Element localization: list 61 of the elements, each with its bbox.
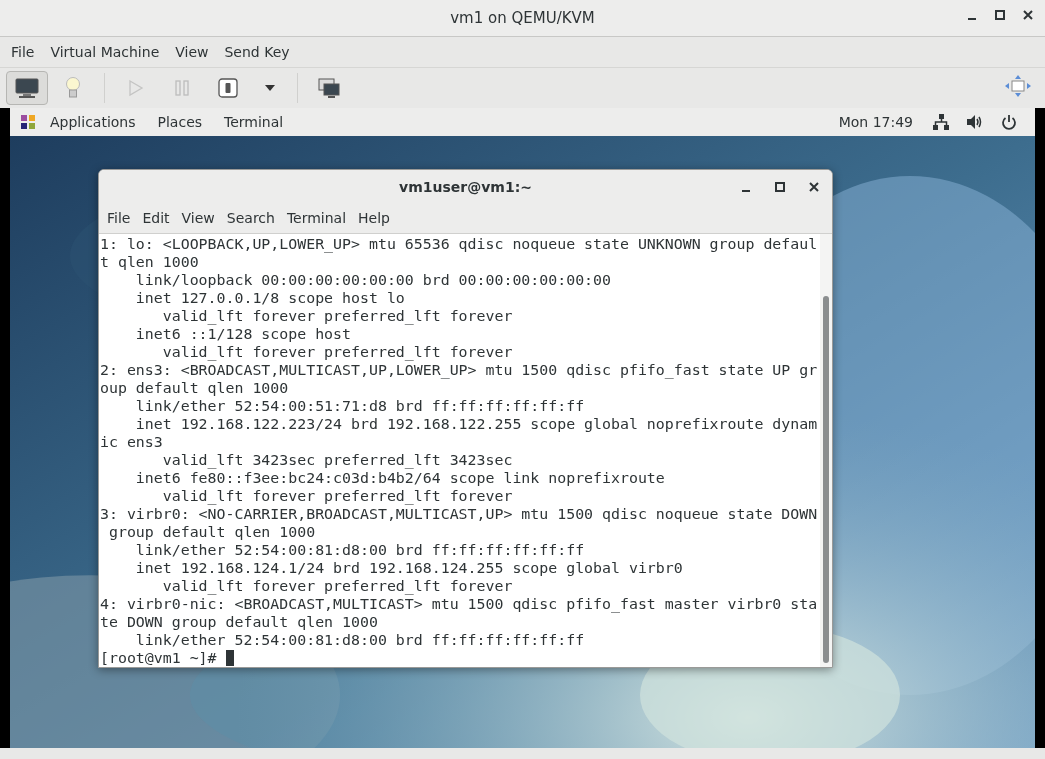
minimize-icon [742, 190, 750, 192]
speaker-icon [967, 114, 983, 130]
terminal-line: inet 192.168.124.1/24 brd 192.168.124.255 scope global virbr0 [134, 559, 684, 577]
caret-icon [264, 84, 276, 92]
menu-item[interactable]: View [168, 40, 216, 64]
close-icon [808, 181, 820, 193]
terminal-line: 2: ens3: <BROADCAST,MULTICAST,UP,LOWER_UP> mtu 1500 qdisc pfifo_fast state UP gr [100, 361, 819, 379]
menu-item[interactable]: Help [352, 210, 396, 227]
menu-item[interactable]: File [4, 40, 42, 64]
terminal-line: valid_lft 3423sec preferred_lft 3423sec [161, 451, 514, 469]
terminal-line: valid_lft forever preferred_lft forever [161, 343, 514, 361]
menu-item[interactable]: View [175, 210, 221, 227]
terminal-line: 3: virbr0: <NO-CARRIER,BROADCAST,MULTICAST,UP> mtu 1500 qdisc noqueue state DOWN [100, 505, 819, 523]
lightbulb-icon [65, 77, 81, 99]
menu-item[interactable]: Edit [136, 210, 176, 227]
power-icon [1001, 114, 1017, 130]
power-switch-icon [218, 78, 238, 98]
toolbar-button[interactable] [6, 71, 48, 105]
top-bar-menu[interactable]: Places [149, 114, 211, 130]
terminal-line: inet 127.0.0.1/8 scope host lo [134, 289, 406, 307]
terminal-line: te DOWN group default qlen 1000 [100, 613, 379, 631]
maximize-icon [774, 181, 786, 193]
terminal-line: link/ether 52:54:00:81:d8:00 brd ff:ff:ff:ff:ff:ff [134, 631, 586, 649]
network-icon [933, 114, 949, 130]
maximize-icon [993, 8, 1007, 22]
terminal-line: ic ens3 [100, 433, 164, 451]
apps-logo-icon [20, 114, 36, 130]
terminal-line: valid_lft forever preferred_lft forever [161, 487, 514, 505]
menu-item[interactable]: File [101, 210, 137, 227]
close-icon [1021, 8, 1035, 22]
menu-item[interactable]: Search [220, 210, 281, 227]
terminal-line: valid_lft forever preferred_lft forever [161, 577, 514, 595]
window-title: vm1 on QEMU/KVM [450, 9, 595, 27]
terminal-line: link/ether 52:54:00:51:71:d8 brd ff:ff:ff:ff:ff:ff [134, 397, 586, 415]
text-cursor [225, 650, 234, 666]
terminal-line: t qlen 1000 [100, 253, 200, 271]
terminal-line: 4: virbr0-nic: <BROADCAST,MULTICAST> mtu 1500 qdisc pfifo_fast master virbr0 sta [100, 595, 819, 613]
terminal-line: link/ether 52:54:00:81:d8:00 brd ff:ff:ff:ff:ff:ff [134, 541, 586, 559]
menu-item[interactable]: Terminal [280, 210, 353, 227]
shell-prompt: [root@vm1 ~]# [100, 649, 217, 667]
top-bar-menu[interactable]: Applications [42, 114, 144, 130]
top-bar-menu[interactable]: Terminal [216, 114, 292, 130]
scrollbar-thumb[interactable] [823, 296, 829, 663]
terminal-line: group default qlen 1000 [107, 523, 317, 541]
monitor-icon [15, 78, 39, 98]
screens-icon [318, 78, 340, 98]
terminal-line: inet6 ::1/128 scope host [134, 325, 353, 343]
terminal-line: 1: lo: <LOOPBACK,UP,LOWER_UP> mtu 65536 qdisc noqueue state UNKNOWN group defaul [100, 235, 819, 253]
fullscreen-icon [1005, 75, 1031, 97]
terminal-line: link/loopback 00:00:00:00:00:00 brd 00:00:00:00:00:00 [134, 271, 612, 289]
terminal-line: oup default qlen 1000 [100, 379, 290, 397]
menu-item[interactable]: Virtual Machine [43, 40, 167, 64]
terminal-line: inet6 fe80::f3ee:bc24:c03d:b4b2/64 scope link noprefixroute [134, 469, 666, 487]
pause-icon [174, 79, 190, 97]
clock[interactable]: Mon 17:49 [838, 114, 913, 130]
terminal-line: valid_lft forever preferred_lft forever [161, 307, 514, 325]
minimize-icon [968, 18, 976, 20]
play-icon [128, 79, 144, 97]
terminal-title: vm1user@vm1:~ [399, 178, 532, 195]
menu-item[interactable]: Send Key [217, 40, 297, 64]
terminal-line: inet 192.168.122.223/24 brd 192.168.122.255 scope global noprefixroute dynam [134, 415, 819, 433]
